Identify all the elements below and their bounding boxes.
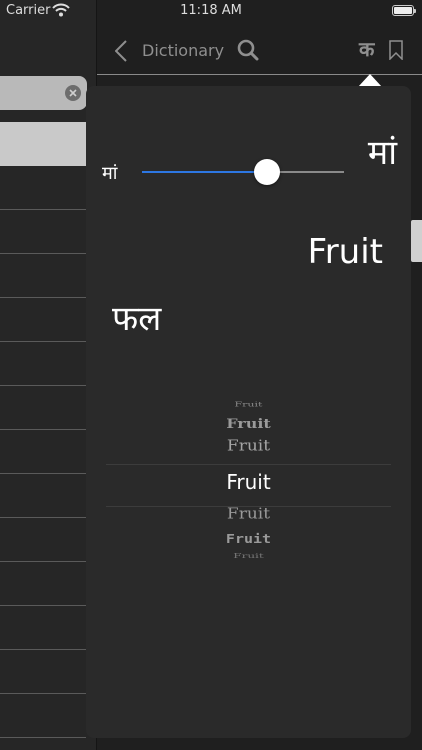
clock: 11:18 AM bbox=[180, 3, 242, 18]
list-item[interactable] bbox=[0, 254, 86, 298]
list-item-selected[interactable] bbox=[0, 122, 86, 166]
word-list-pane bbox=[0, 0, 97, 750]
list-item[interactable] bbox=[0, 518, 86, 562]
list-item[interactable] bbox=[0, 694, 86, 738]
hindi-word-preview: फल bbox=[112, 299, 162, 339]
picker-option[interactable]: Fruit bbox=[106, 532, 391, 546]
chevron-left-icon[interactable] bbox=[114, 40, 127, 66]
font-settings-popover: मां मां Fruit फल Fruit Fruit Fruit Fruit… bbox=[86, 86, 411, 738]
search-field[interactable] bbox=[0, 76, 87, 110]
english-word-preview: Fruit bbox=[307, 232, 383, 272]
list-item[interactable] bbox=[0, 474, 86, 518]
font-size-max-label: मां bbox=[367, 133, 397, 173]
list-item[interactable] bbox=[0, 210, 86, 254]
bookmark-icon[interactable] bbox=[389, 40, 403, 64]
nav-title[interactable]: Dictionary bbox=[142, 41, 224, 60]
slider-thumb[interactable] bbox=[254, 159, 281, 185]
picker-option[interactable]: Fruit bbox=[106, 553, 391, 560]
language-toggle-icon[interactable]: क bbox=[359, 35, 374, 62]
font-picker[interactable]: Fruit Fruit Fruit Fruit Fruit Fruit Frui… bbox=[106, 396, 391, 571]
font-size-slider[interactable] bbox=[142, 159, 344, 185]
list-item[interactable] bbox=[0, 562, 86, 606]
picker-selection-line bbox=[106, 464, 391, 465]
list-item[interactable] bbox=[0, 386, 86, 430]
list-item[interactable] bbox=[0, 430, 86, 474]
battery-icon bbox=[392, 5, 416, 16]
picker-option[interactable]: Fruit bbox=[106, 401, 391, 408]
picker-option[interactable]: Fruit bbox=[106, 437, 391, 455]
font-size-min-label: मां bbox=[102, 163, 118, 184]
picker-option-selected[interactable]: Fruit bbox=[106, 470, 391, 494]
clear-search-icon[interactable] bbox=[65, 85, 81, 101]
list-item[interactable] bbox=[0, 298, 86, 342]
search-icon[interactable] bbox=[237, 39, 259, 65]
list-item[interactable] bbox=[0, 166, 86, 210]
navigation-bar: Dictionary क bbox=[97, 22, 422, 75]
list-item[interactable] bbox=[0, 606, 86, 650]
slider-fill bbox=[142, 171, 268, 173]
picker-option[interactable]: Fruit bbox=[106, 505, 391, 523]
list-item[interactable] bbox=[0, 650, 86, 694]
status-bar: Carrier 11:18 AM bbox=[0, 0, 422, 22]
list-item[interactable] bbox=[0, 342, 86, 386]
scroll-indicator[interactable] bbox=[411, 220, 422, 262]
picker-option[interactable]: Fruit bbox=[106, 416, 391, 431]
